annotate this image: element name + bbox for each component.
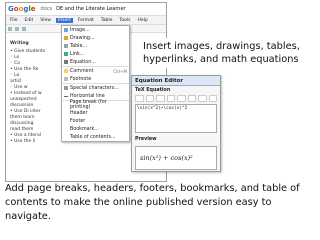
equation-preview: sin(x²) + cos(x)²: [135, 146, 217, 170]
drawing-icon: [64, 36, 68, 40]
print-icon[interactable]: [8, 26, 12, 31]
docs-product-label: docs: [40, 6, 53, 12]
google-docs-logo[interactable]: Google: [8, 5, 36, 13]
equation-editor-title: Equation Editor: [132, 76, 220, 86]
preview-label: Preview: [135, 137, 157, 142]
menu-insert[interactable]: Insert: [55, 17, 73, 23]
equation-icon: [64, 60, 68, 64]
document-title[interactable]: DE and the Literate Learner: [56, 6, 125, 12]
menu-item-link[interactable]: Link...: [62, 50, 129, 58]
tex-equation-label: TeX Equation: [135, 88, 171, 93]
symbol-button[interactable]: [177, 95, 186, 102]
menu-item-header[interactable]: Header: [62, 109, 129, 117]
menu-tools[interactable]: Tools: [117, 18, 132, 23]
symbol-button[interactable]: [187, 95, 196, 102]
link-icon: [64, 52, 68, 56]
menubar: File Edit View Insert Format Table Tools…: [6, 15, 166, 25]
omega-icon: [64, 86, 68, 90]
menu-item-table-of-contents[interactable]: Table of contents...: [62, 133, 129, 141]
tex-equation-input[interactable]: \sin(x^2)+\cos(x)^2: [135, 104, 217, 133]
menu-view[interactable]: View: [38, 18, 53, 23]
menu-item-comment[interactable]: Comment Ctrl+M: [62, 66, 129, 75]
menu-edit[interactable]: Edit: [23, 18, 36, 23]
symbol-button[interactable]: [145, 95, 154, 102]
footnote-icon: [64, 77, 68, 81]
hr-icon: [64, 95, 68, 97]
menu-file[interactable]: File: [8, 18, 20, 23]
menu-item-footer[interactable]: Footer: [62, 117, 129, 125]
redo-icon[interactable]: [22, 26, 26, 31]
undo-icon[interactable]: [15, 26, 19, 31]
menu-help[interactable]: Help: [135, 18, 149, 23]
table-icon: [64, 44, 68, 48]
comment-icon: [64, 69, 68, 73]
symbol-button[interactable]: [208, 95, 217, 102]
menu-table[interactable]: Table: [99, 18, 115, 23]
menu-item-horizontal-line[interactable]: Horizontal line: [62, 92, 129, 100]
symbol-button[interactable]: [166, 95, 175, 102]
menu-item-image[interactable]: Image...: [62, 26, 129, 34]
menu-item-drawing[interactable]: Drawing...: [62, 34, 129, 42]
menu-item-special-characters[interactable]: Special characters...: [62, 83, 129, 92]
caption-navigation-features: Add page breaks, headers, footers, bookm…: [5, 183, 300, 222]
equation-editor-dialog: Equation Editor TeX Equation \sin(x^2)+\…: [131, 75, 221, 172]
caption-insert-features: Insert images, drawings, tables, hyperli…: [140, 38, 320, 68]
symbol-button[interactable]: [156, 95, 165, 102]
menu-item-bookmark[interactable]: Bookmark...: [62, 125, 129, 133]
docs-topbar: Google docs DE and the Literate Learner: [6, 3, 166, 15]
menu-item-footnote[interactable]: Footnote: [62, 75, 129, 83]
equation-symbol-toolbar: [132, 95, 220, 102]
symbol-button[interactable]: [135, 95, 144, 102]
menu-item-page-break[interactable]: Page break (for printing): [62, 100, 129, 110]
menu-format[interactable]: Format: [76, 18, 96, 23]
menu-item-equation[interactable]: Equation...: [62, 58, 129, 66]
image-icon: [64, 28, 68, 32]
menu-item-table[interactable]: Table...: [62, 42, 129, 50]
comment-shortcut: Ctrl+M: [113, 68, 127, 74]
insert-menu-dropdown: Image... Drawing... Table... Link... Equ…: [61, 25, 130, 142]
symbol-button[interactable]: [198, 95, 207, 102]
